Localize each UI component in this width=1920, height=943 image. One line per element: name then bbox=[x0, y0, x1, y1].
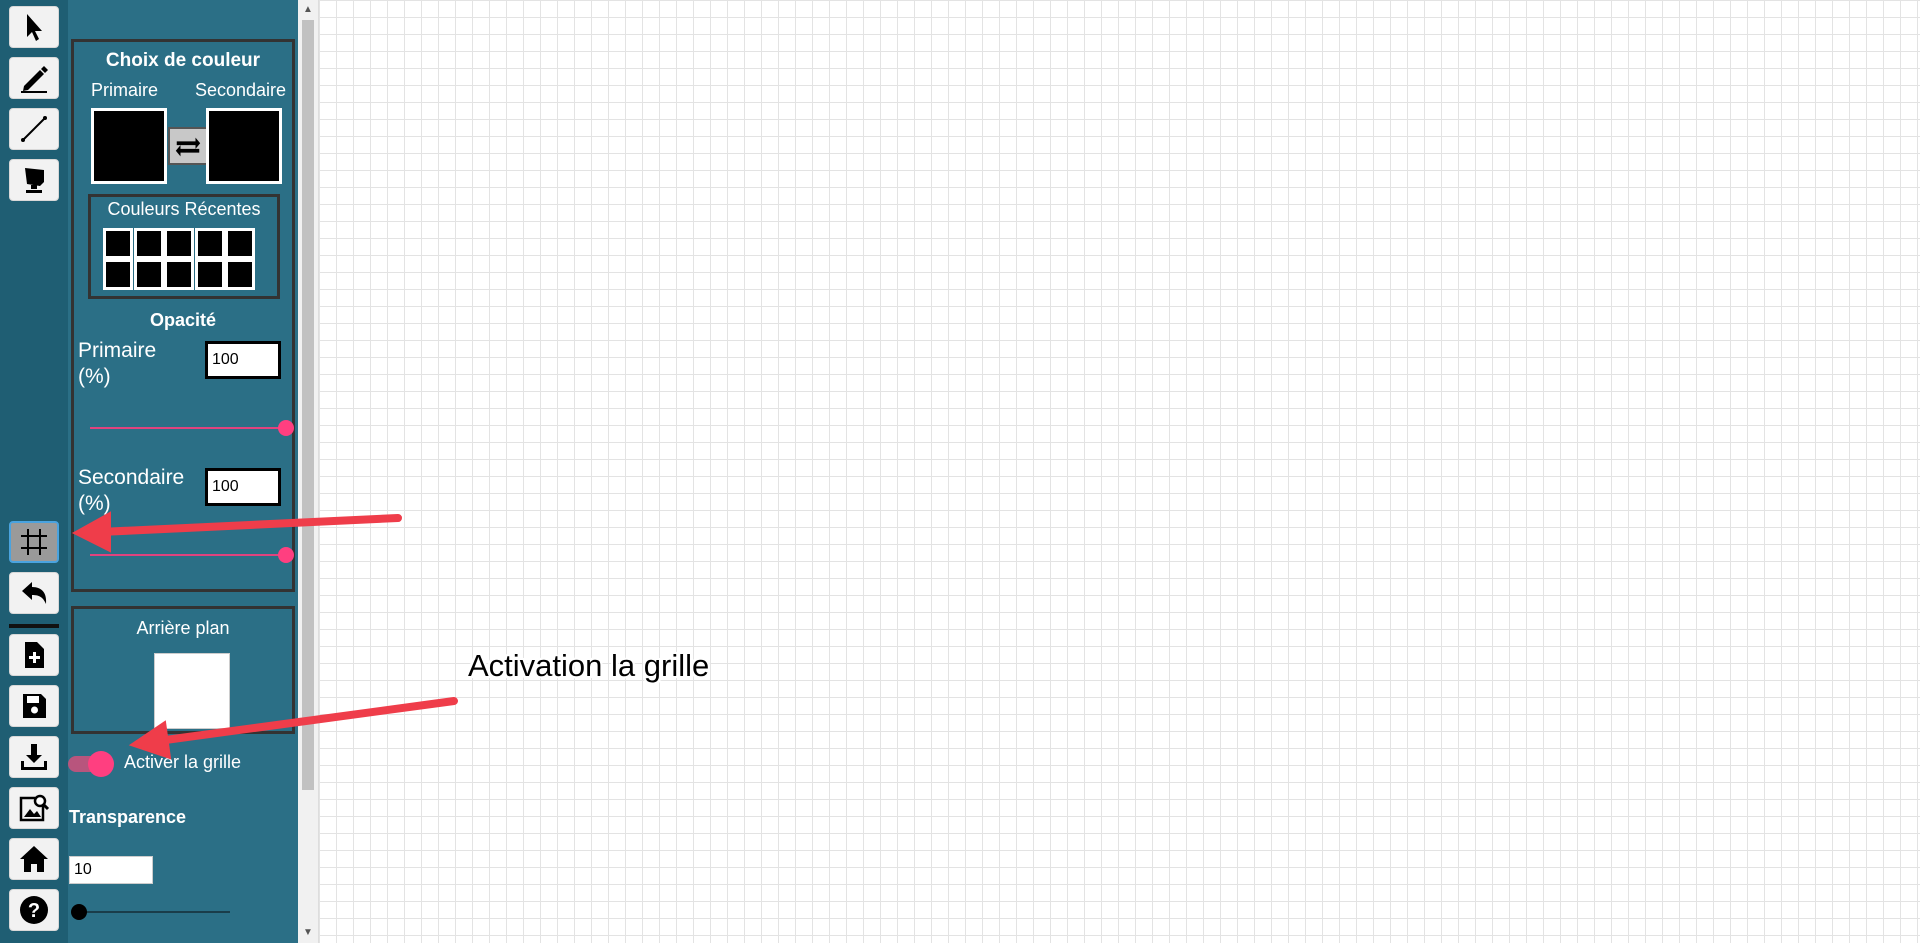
image-search-button[interactable] bbox=[9, 787, 59, 829]
recent-color-swatch[interactable] bbox=[103, 259, 133, 290]
properties-panel: Choix de couleur Primaire Secondaire Cou… bbox=[68, 0, 298, 943]
background-box: Arrière plan bbox=[71, 606, 295, 734]
annotation-callout-text: Activation la grille bbox=[468, 648, 710, 683]
pencil-tool-button[interactable] bbox=[9, 57, 59, 99]
recent-colors-box: Couleurs Récentes bbox=[88, 194, 280, 299]
opacity-primary-track[interactable] bbox=[90, 427, 285, 429]
recent-color-swatch[interactable] bbox=[133, 228, 164, 259]
grid-icon bbox=[21, 529, 47, 555]
grid-toggle-thumb[interactable] bbox=[88, 751, 114, 777]
recent-color-swatch[interactable] bbox=[194, 228, 225, 259]
opacity-primary-label: Primaire bbox=[78, 339, 157, 362]
grid-toggle-label: Activer la grille bbox=[124, 752, 242, 772]
primary-color-swatch[interactable] bbox=[91, 108, 167, 184]
scroll-down-arrow[interactable]: ▼ bbox=[303, 927, 313, 938]
toolbar: ? bbox=[0, 0, 68, 943]
cursor-icon bbox=[27, 14, 42, 41]
secondary-color-swatch[interactable] bbox=[206, 108, 282, 184]
swap-icon bbox=[175, 137, 201, 157]
color-box: Choix de couleur Primaire Secondaire Cou… bbox=[71, 39, 295, 592]
svg-text:?: ? bbox=[28, 900, 40, 922]
opacity-primary-thumb[interactable] bbox=[278, 420, 294, 436]
recent-color-swatch[interactable] bbox=[164, 228, 194, 259]
background-color-swatch[interactable] bbox=[154, 653, 230, 729]
recent-color-swatch[interactable] bbox=[194, 259, 225, 290]
undo-button[interactable] bbox=[9, 572, 59, 614]
toolbar-divider bbox=[9, 624, 59, 628]
opacity-secondary-label: Secondaire bbox=[78, 466, 185, 489]
primary-color-label: Primaire bbox=[91, 80, 159, 100]
home-button[interactable] bbox=[9, 838, 59, 880]
line-tool-button[interactable] bbox=[9, 108, 59, 150]
fill-tool-button[interactable] bbox=[9, 159, 59, 201]
opacity-primary-input[interactable] bbox=[205, 341, 281, 379]
home-icon bbox=[20, 846, 48, 872]
opacity-secondary-input[interactable] bbox=[205, 468, 281, 506]
download-icon bbox=[21, 744, 47, 770]
color-choice-title: Choix de couleur bbox=[105, 50, 261, 71]
save-button[interactable] bbox=[9, 685, 59, 727]
line-icon bbox=[21, 116, 47, 142]
opacity-secondary-unit: (%) bbox=[78, 492, 111, 515]
save-icon bbox=[23, 694, 46, 718]
drawing-canvas[interactable] bbox=[318, 0, 1920, 943]
select-tool-button[interactable] bbox=[9, 6, 59, 48]
recent-color-swatch[interactable] bbox=[225, 259, 255, 290]
scroll-up-arrow[interactable]: ▲ bbox=[303, 4, 313, 15]
opacity-title: Opacité bbox=[149, 310, 217, 330]
recent-color-swatch[interactable] bbox=[133, 259, 164, 290]
transparency-title: Transparence bbox=[69, 807, 187, 827]
brush-icon bbox=[25, 168, 44, 193]
opacity-secondary-track[interactable] bbox=[90, 554, 285, 556]
recent-color-swatch[interactable] bbox=[164, 259, 194, 290]
grid-tool-button[interactable] bbox=[9, 521, 59, 563]
transparency-input[interactable] bbox=[69, 856, 153, 884]
undo-icon bbox=[22, 582, 47, 604]
image-search-icon bbox=[19, 794, 50, 822]
new-file-button[interactable] bbox=[9, 634, 59, 676]
recent-color-swatch[interactable] bbox=[103, 228, 133, 259]
secondary-color-label: Secondaire bbox=[195, 80, 287, 100]
recent-color-swatch[interactable] bbox=[225, 228, 255, 259]
opacity-secondary-thumb[interactable] bbox=[278, 547, 294, 563]
new-file-icon bbox=[25, 642, 44, 668]
recent-colors-title: Couleurs Récentes bbox=[107, 199, 261, 219]
scroll-thumb[interactable] bbox=[302, 20, 314, 790]
opacity-primary-unit: (%) bbox=[78, 365, 111, 388]
background-title: Arrière plan bbox=[136, 618, 230, 638]
transparency-track[interactable] bbox=[80, 911, 230, 913]
transparency-thumb[interactable] bbox=[71, 904, 87, 920]
pencil-icon bbox=[21, 66, 48, 93]
swap-colors-button[interactable] bbox=[168, 127, 208, 165]
download-button[interactable] bbox=[9, 736, 59, 778]
help-button[interactable]: ? bbox=[9, 889, 59, 931]
help-icon: ? bbox=[20, 896, 48, 924]
